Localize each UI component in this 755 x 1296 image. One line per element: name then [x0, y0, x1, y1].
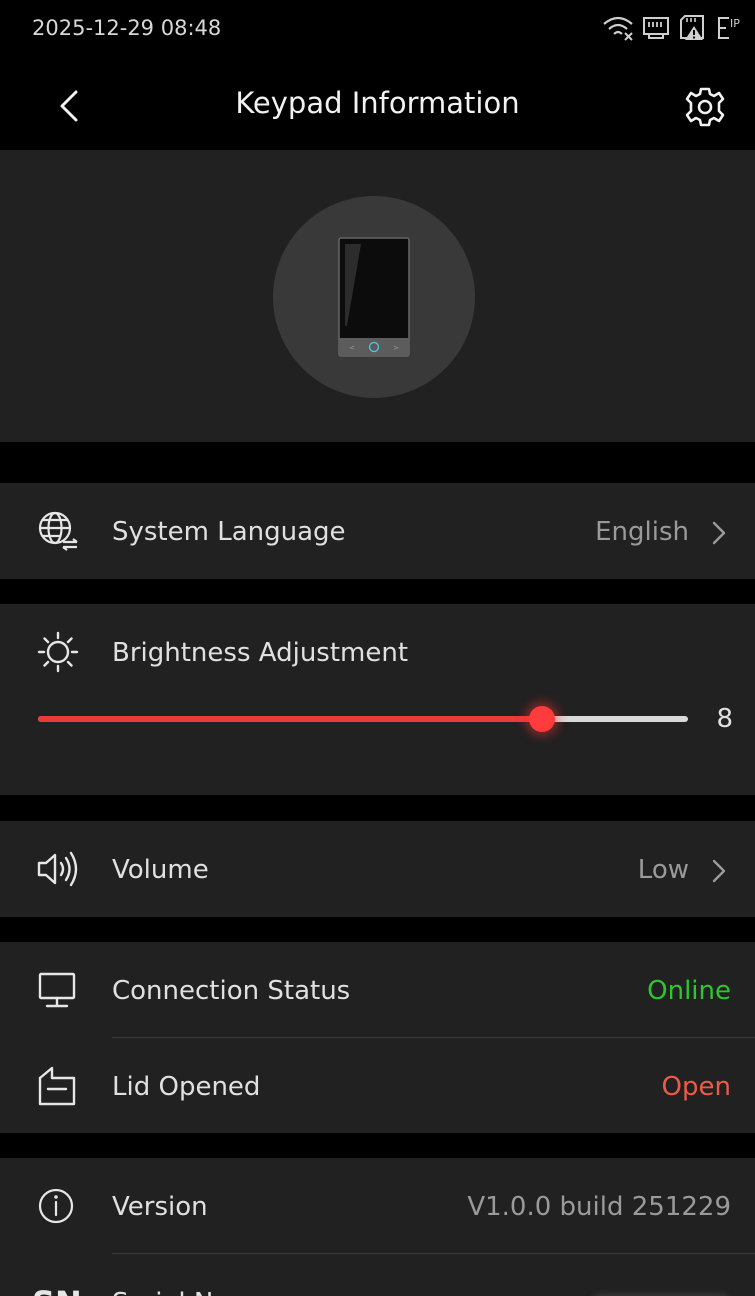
network-port-icon [643, 17, 669, 39]
serial-number-icon: SN [32, 1284, 82, 1296]
svg-text:IP: IP [730, 17, 740, 30]
brightness-slider-thumb[interactable] [528, 706, 555, 732]
connection-status-row: Connection Status Online [0, 942, 755, 1038]
speaker-icon [37, 851, 78, 887]
system-language-label: System Language [112, 517, 346, 547]
brightness-card: Brightness Adjustment 8 [0, 604, 755, 795]
version-label: Version [112, 1192, 208, 1222]
info-icon [38, 1188, 74, 1224]
status-bar: 2025-12-29 08:48 IP [0, 0, 755, 62]
chevron-right-icon [712, 521, 726, 545]
svg-text:>: > [393, 344, 399, 352]
monitor-icon [38, 972, 76, 1008]
version-value: V1.0.0 build 251229 [467, 1192, 731, 1222]
device-preview: < > [0, 150, 755, 442]
brightness-value: 8 [716, 704, 733, 734]
keypad-device-icon: < > [338, 237, 410, 357]
status-icons: IP [601, 14, 745, 42]
info-card: Version V1.0.0 build 251229 SN Serial N [0, 1158, 755, 1296]
device-circle: < > [273, 196, 475, 398]
sun-icon [37, 631, 79, 673]
volume-row[interactable]: Volume Low [0, 821, 755, 917]
connection-status-value: Online [647, 976, 731, 1006]
sd-card-warning-icon [680, 15, 704, 40]
svg-text:<: < [349, 344, 355, 352]
header: Keypad Information [0, 62, 755, 150]
globe-language-icon [38, 511, 78, 551]
brightness-label: Brightness Adjustment [112, 638, 409, 668]
page-title: Keypad Information [235, 86, 520, 120]
system-language-value: English [595, 517, 689, 547]
gear-icon [685, 87, 725, 127]
connection-status-label: Connection Status [112, 976, 351, 1006]
volume-card: Volume Low [0, 821, 755, 917]
status-time: 2025-12-29 08:48 [32, 16, 222, 40]
lid-opened-value: Open [661, 1072, 731, 1102]
status-card: Connection Status Online Lid Opened Open [0, 942, 755, 1133]
lid-opened-row: Lid Opened Open [0, 1038, 755, 1134]
wifi-disconnected-icon [603, 16, 633, 41]
serial-number-row: SN Serial N [0, 1254, 755, 1296]
volume-label: Volume [112, 855, 209, 885]
chevron-right-icon [712, 859, 726, 883]
lid-icon [38, 1066, 76, 1106]
volume-value: Low [637, 855, 689, 885]
ip-icon: IP [718, 17, 740, 39]
system-language-card: System Language English [0, 483, 755, 579]
version-row: Version V1.0.0 build 251229 [0, 1158, 755, 1254]
brightness-slider[interactable] [38, 706, 688, 732]
settings-button[interactable] [680, 82, 730, 132]
brightness-slider-fill [38, 716, 542, 722]
lid-opened-label: Lid Opened [112, 1072, 261, 1102]
serial-number-label: Serial N [112, 1288, 213, 1296]
system-language-row[interactable]: System Language English [0, 483, 755, 579]
